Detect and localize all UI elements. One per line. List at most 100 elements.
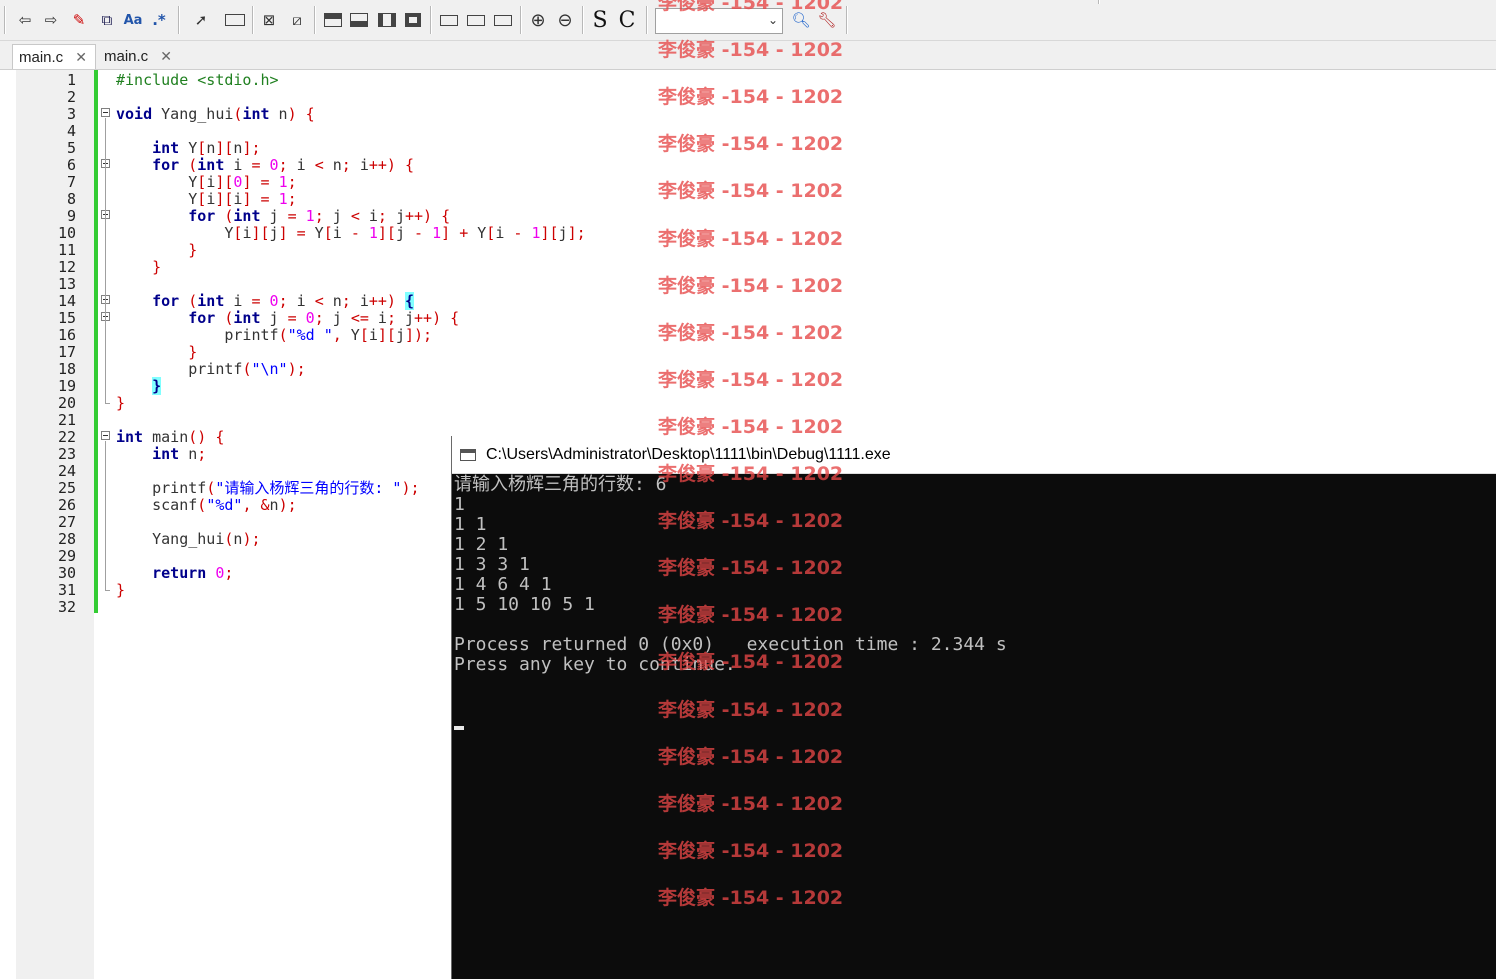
console-line: 1 2 1 — [454, 534, 509, 555]
tab-label: main.c — [19, 48, 64, 66]
fold-margin — [98, 70, 115, 979]
layout-4-icon[interactable] — [402, 8, 424, 32]
line-number: 19 — [57, 377, 76, 395]
close-icon[interactable]: ✕ — [75, 49, 87, 66]
line-number: 2 — [66, 88, 76, 106]
zoom-out-icon[interactable]: ⊖ — [554, 8, 576, 32]
line-number: 7 — [66, 173, 76, 191]
console-title-bar[interactable]: C:\Users\Administrator\Desktop\1111\bin\… — [452, 436, 1496, 474]
search-magnifier-icon[interactable]: 🔍︎ — [790, 8, 812, 32]
line-number: 26 — [57, 496, 76, 514]
code-line-20: } — [116, 394, 126, 412]
line-number: 4 — [66, 122, 76, 140]
line-number: 31 — [57, 581, 76, 599]
regex-icon[interactable]: .* — [148, 8, 170, 32]
console-window-icon — [460, 448, 476, 461]
select-arrow-icon[interactable]: ➚ — [190, 8, 212, 32]
toolbar-separator — [646, 6, 648, 34]
line-number: 20 — [57, 394, 76, 412]
code-line-7: Y[i][0] = 1; — [116, 173, 297, 191]
console-line: 1 — [454, 494, 465, 515]
fold-end — [105, 590, 110, 591]
line-number: 32 — [57, 598, 76, 616]
layout-3-icon[interactable] — [376, 8, 398, 32]
fold-end — [105, 403, 110, 404]
code-line-16: printf("%d ", Y[i][j]); — [116, 326, 433, 344]
code-line-28: Yang_hui(n); — [116, 530, 261, 548]
chevron-down-icon[interactable]: ⌄ — [768, 13, 778, 27]
line-number: 21 — [57, 411, 76, 429]
console-window[interactable]: C:\Users\Administrator\Desktop\1111\bin\… — [451, 436, 1496, 979]
code-line-3: void Yang_hui(int n) { — [116, 105, 315, 123]
code-line-17: } — [188, 343, 198, 361]
search-combo[interactable]: ⌄ — [655, 8, 783, 34]
close-icon[interactable]: ✕ — [160, 48, 172, 65]
replace-icon[interactable]: ⧉ — [96, 8, 118, 32]
console-title: C:\Users\Administrator\Desktop\1111\bin\… — [486, 445, 891, 463]
box-slash-icon[interactable]: ⧄ — [286, 8, 308, 32]
toolbar: ⇦ ⇨ ✎ ⧉ Aa .* ➚ ⊠ ⧄ ⊕ ⊖ S C ⌄ 🔍︎ 🔧︎ — [0, 0, 1496, 41]
match-case-icon[interactable]: Aa — [122, 8, 144, 32]
tab-main-c-active[interactable]: main.c ✕ — [12, 44, 96, 69]
fold-toggle-icon[interactable] — [101, 431, 110, 440]
console-line: 1 4 6 4 1 — [454, 574, 552, 595]
fold-line — [105, 118, 106, 403]
rectangle-icon[interactable] — [224, 8, 246, 32]
shape-2-icon[interactable] — [465, 8, 487, 32]
line-number: 11 — [57, 241, 76, 259]
tab-main-c[interactable]: main.c ✕ — [98, 44, 182, 69]
line-number: 6 — [66, 156, 76, 174]
console-line: Press any key to continue. — [454, 654, 736, 675]
line-number: 25 — [57, 479, 76, 497]
highlight-icon[interactable]: ✎ — [68, 8, 90, 32]
code-line-22: int main() { — [116, 428, 225, 446]
code-line-9: for (int j = 1; j < i; j++) { — [188, 207, 451, 225]
line-number: 9 — [66, 207, 76, 225]
c-icon[interactable]: C — [616, 8, 638, 33]
line-number: 13 — [57, 275, 76, 293]
code-line-26: scanf("%d", &n); — [116, 496, 297, 514]
box-cross-icon[interactable]: ⊠ — [258, 8, 280, 32]
code-line-12: } — [152, 258, 162, 276]
line-number: 3 — [66, 105, 76, 123]
console-output: 请输入杨辉三角的行数: 6 1 1 1 1 2 1 1 3 3 1 1 4 6 … — [452, 473, 1496, 979]
toolbar-separator — [1098, 0, 1100, 4]
code-line-25: printf("请输入杨辉三角的行数: "); — [116, 479, 420, 497]
shape-1-icon[interactable] — [438, 8, 460, 32]
toolbar-separator — [582, 6, 584, 34]
line-number: 27 — [57, 513, 76, 531]
toolbar-separator — [846, 6, 848, 34]
tab-label: main.c — [104, 48, 149, 65]
console-line: 1 3 3 1 — [454, 554, 530, 575]
code-line-18: printf("\n"); — [116, 360, 306, 378]
fold-toggle-icon[interactable] — [101, 108, 110, 117]
code-line-15: for (int j = 0; j <= i; j++) { — [188, 309, 460, 327]
line-number: 8 — [66, 190, 76, 208]
code-line-6: for (int i = 0; i < n; i++) { — [152, 156, 415, 174]
line-number: 24 — [57, 462, 76, 480]
line-number: 17 — [57, 343, 76, 361]
toolbar-separator — [178, 6, 180, 34]
line-number: 12 — [57, 258, 76, 276]
code-line-31: } — [116, 581, 126, 599]
layout-2-icon[interactable] — [348, 8, 370, 32]
line-number: 22 — [57, 428, 76, 446]
tab-bar: main.c ✕ main.c ✕ — [0, 41, 1496, 70]
layout-1-icon[interactable] — [322, 8, 344, 32]
code-line-11: } — [188, 241, 198, 259]
forward-arrow-icon[interactable]: ⇨ — [40, 8, 62, 32]
toolbar-separator — [430, 6, 432, 34]
code-line-30: return 0; — [152, 564, 234, 582]
back-arrow-icon[interactable]: ⇦ — [14, 8, 36, 32]
zoom-in-icon[interactable]: ⊕ — [527, 8, 549, 32]
toolbar-separator — [252, 6, 254, 34]
line-number: 14 — [57, 292, 76, 310]
shape-3-icon[interactable] — [492, 8, 514, 32]
line-number: 16 — [57, 326, 76, 344]
line-number: 10 — [57, 224, 76, 242]
wrench-icon[interactable]: 🔧︎ — [816, 8, 838, 32]
toolbar-separator — [520, 6, 522, 34]
s-icon[interactable]: S — [589, 8, 611, 33]
console-cursor — [454, 726, 464, 730]
toolbar-separator — [314, 6, 316, 34]
